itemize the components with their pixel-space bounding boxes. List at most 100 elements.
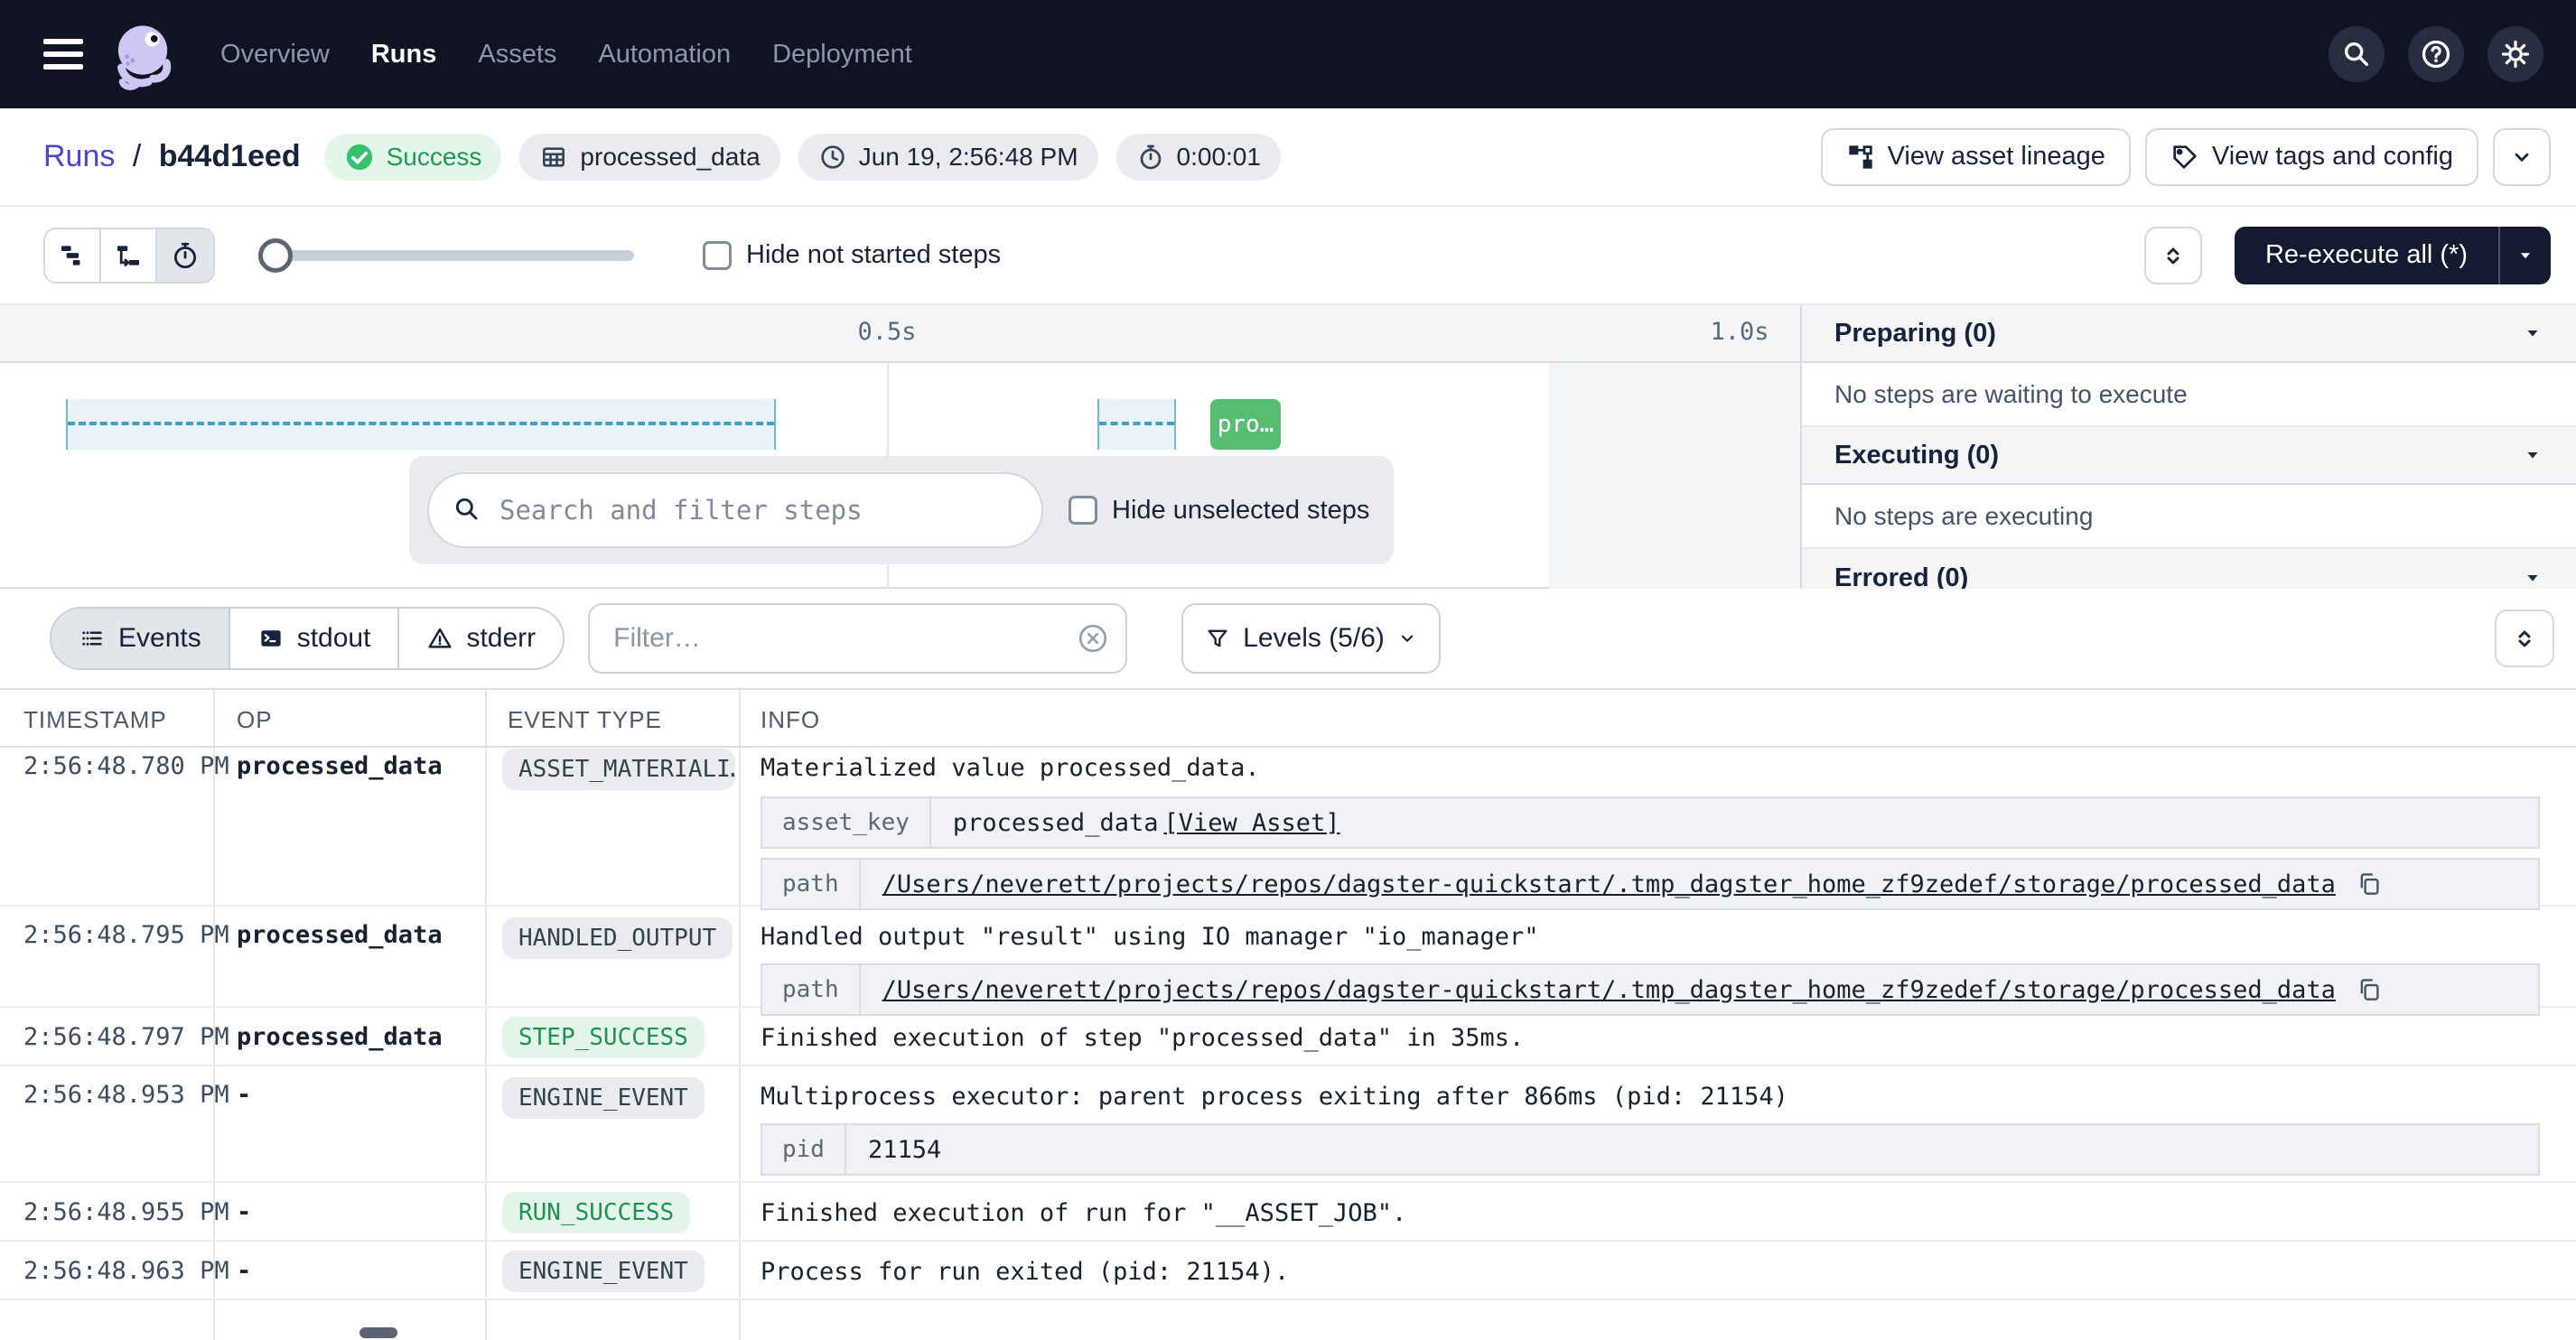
view-tags-config-button[interactable]: View tags and config (2145, 128, 2478, 186)
hide-unselected-checkbox[interactable] (1069, 496, 1097, 525)
metadata-row: path /Users/neverett/projects/repos/dags… (761, 858, 2540, 910)
search-icon (453, 495, 481, 524)
col-header-info: INFO (761, 706, 820, 734)
nav-item-assets[interactable]: Assets (478, 40, 556, 70)
event-type-badge: ENGINE_EVENT (502, 1251, 705, 1292)
table-row[interactable]: 2:56:48.795 PM processed_data HANDLED_OU… (0, 907, 2576, 1008)
reexecute-button[interactable]: Re-execute all (*) (2235, 240, 2498, 270)
clock-icon (818, 143, 847, 172)
chevron-down-icon (2510, 145, 2534, 169)
reexecute-split-button: Re-execute all (*) (2235, 227, 2551, 284)
nav-item-automation[interactable]: Automation (598, 40, 731, 70)
slider-knob[interactable] (258, 238, 293, 273)
hide-not-started-checkbox[interactable] (703, 241, 732, 270)
op-name: processed_data (237, 1023, 443, 1051)
table-header: TIMESTAMP OP EVENT TYPE INFO (0, 690, 2576, 748)
event-message: Multiprocess executor: parent process ex… (761, 1083, 2540, 1111)
header-more-dropdown[interactable] (2493, 128, 2551, 186)
log-expand-stepper[interactable] (2495, 610, 2554, 667)
horizontal-scrollbar-thumb[interactable] (359, 1327, 397, 1338)
reexecute-dropdown[interactable] (2498, 227, 2551, 284)
navbar-actions (2329, 26, 2543, 82)
event-type-badge: ENGINE_EVENT (502, 1077, 705, 1119)
table-row[interactable]: 2:56:48.797 PM processed_data STEP_SUCCE… (0, 1008, 2576, 1066)
nav-item-overview[interactable]: Overview (220, 40, 330, 70)
funnel-icon (1205, 626, 1230, 651)
breadcrumb-separator: / (133, 139, 141, 173)
hide-unselected-checkbox-row[interactable]: Hide unselected steps (1069, 496, 1369, 526)
table-row[interactable]: 2:56:48.953 PM - ENGINE_EVENT Multiproce… (0, 1066, 2576, 1183)
timestamp: 2:56:48.797 PM (23, 1023, 229, 1051)
col-header-op: OP (237, 706, 273, 734)
levels-filter-dropdown[interactable]: Levels (5/6) (1181, 603, 1441, 674)
table-row[interactable]: 2:56:48.955 PM - RUN_SUCCESS Finished ex… (0, 1183, 2576, 1242)
settings-gear-icon[interactable] (2487, 26, 2543, 82)
step-chip-label: pro… (1218, 411, 1274, 438)
section-preparing-body: No steps are waiting to execute (1802, 363, 2576, 427)
tab-stderr[interactable]: stderr (399, 609, 563, 668)
step-search-input[interactable] (427, 472, 1043, 548)
col-header-event-type: EVENT TYPE (508, 706, 662, 734)
event-message: Process for run exited (pid: 21154). (761, 1258, 2540, 1286)
terminal-icon (257, 625, 285, 652)
log-view-tabs: Events stdout stderr (50, 607, 565, 670)
copy-icon[interactable] (2356, 870, 2383, 898)
metadata-value: 21154 (868, 1136, 941, 1164)
path-link[interactable]: /Users/neverett/projects/repos/dagster-q… (882, 976, 2336, 1004)
section-title: Executing (0) (1834, 441, 1999, 470)
metadata-key: path (762, 965, 861, 1014)
section-errored-header[interactable]: Errored (0) (1802, 549, 2576, 589)
gantt-waterfall-view-button[interactable] (101, 229, 157, 282)
help-icon[interactable] (2408, 26, 2464, 82)
section-executing-header[interactable]: Executing (0) (1802, 427, 2576, 485)
nav-item-deployment[interactable]: Deployment (772, 40, 912, 70)
caret-down-icon (2522, 322, 2543, 344)
tag-icon (2170, 143, 2199, 172)
op-name: processed_data (237, 921, 443, 949)
path-link[interactable]: /Users/neverett/projects/repos/dagster-q… (882, 870, 2336, 898)
event-message: Handled output "result" using IO manager… (761, 923, 2540, 951)
copy-icon[interactable] (2356, 976, 2383, 1003)
tab-stdout[interactable]: stdout (230, 609, 400, 668)
slider-track[interactable] (258, 250, 634, 261)
view-asset-link[interactable]: [View Asset] (1163, 809, 1339, 837)
status-label: Success (387, 143, 482, 172)
duration-label: 0:00:01 (1177, 143, 1261, 172)
breadcrumb-runs-link[interactable]: Runs (43, 139, 115, 173)
hide-not-started-label: Hide not started steps (746, 240, 1001, 270)
clear-filter-icon[interactable] (1077, 622, 1109, 655)
asset-tag[interactable]: processed_data (519, 134, 779, 181)
view-asset-lineage-button[interactable]: View asset lineage (1821, 128, 2131, 186)
table-row[interactable]: 2:56:48.780 PM processed_data ASSET_MATE… (0, 749, 2576, 907)
step-chip-processed-data[interactable]: pro… (1210, 399, 1281, 450)
section-executing-body: No steps are executing (1802, 485, 2576, 549)
hamburger-menu-icon[interactable] (43, 39, 83, 70)
timestamp: 2:56:48.780 PM (23, 752, 229, 780)
tab-stdout-label: stdout (297, 623, 371, 654)
step-marker-bar[interactable] (66, 399, 776, 450)
metadata-value: processed_data (953, 809, 1159, 837)
start-time-badge: Jun 19, 2:56:48 PM (798, 134, 1098, 181)
tab-events[interactable]: Events (51, 609, 230, 668)
hide-not-started-checkbox-row[interactable]: Hide not started steps (703, 240, 1001, 270)
op-name: - (237, 1257, 251, 1285)
dagster-logo-icon[interactable] (105, 16, 181, 92)
gantt-zoom-slider[interactable] (258, 238, 634, 273)
log-filter-input[interactable] (588, 603, 1127, 674)
gantt-toolbar: Hide not started steps Re-execute all (*… (0, 207, 2576, 305)
event-type-badge: ASSET_MATERIALI… (502, 749, 735, 790)
step-marker-bar[interactable] (1097, 399, 1176, 450)
gantt-flat-view-button[interactable] (45, 229, 101, 282)
table-row[interactable]: 2:56:48.963 PM - ENGINE_EVENT Process fo… (0, 1242, 2576, 1300)
nav-item-runs[interactable]: Runs (371, 40, 437, 70)
gantt-timed-view-button[interactable] (157, 229, 213, 282)
warning-triangle-icon (426, 625, 453, 652)
run-header: Runs / b44d1eed Success processed_data (0, 108, 2576, 207)
search-icon[interactable] (2329, 26, 2385, 82)
metadata-key: pid (762, 1125, 846, 1174)
event-message: Finished execution of run for "__ASSET_J… (761, 1199, 2540, 1227)
section-preparing-header[interactable]: Preparing (0) (1802, 305, 2576, 363)
gantt-expand-stepper[interactable] (2144, 227, 2202, 284)
asset-tag-label: processed_data (580, 143, 760, 172)
event-message: Finished execution of step "processed_da… (761, 1024, 2540, 1052)
